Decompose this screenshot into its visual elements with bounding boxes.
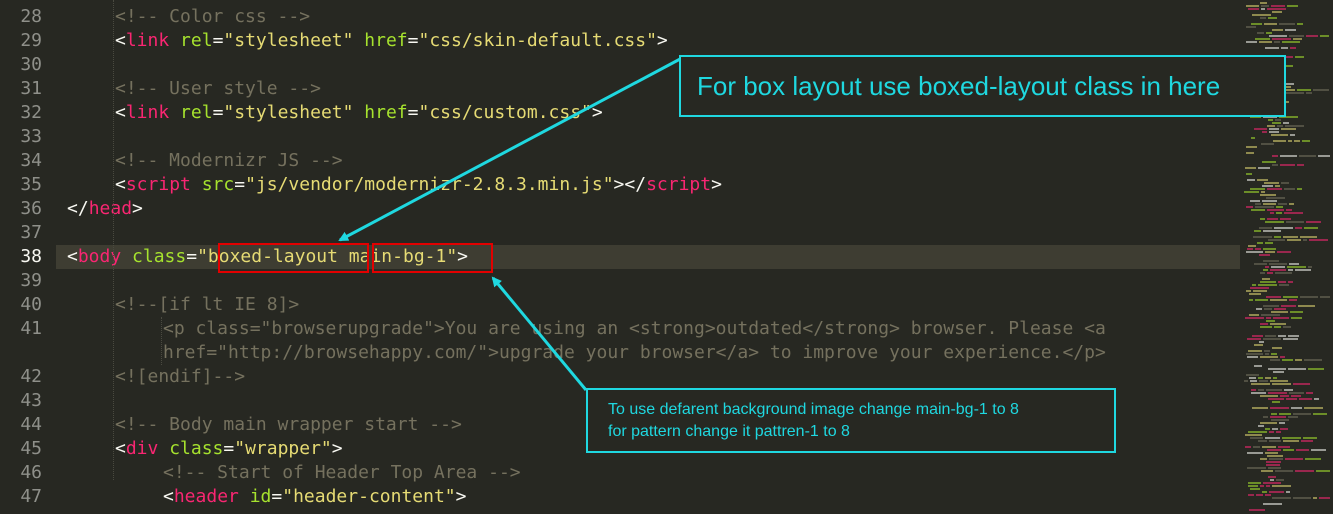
callout-background-line-2: for pattern change it pattren-1 to 8 <box>608 423 850 440</box>
callout-box-layout-text: For box layout use boxed-layout class in… <box>697 71 1221 101</box>
code-editor[interactable]: 28 29 30 31 32 33 34 35 36 37 38 39 40 41 42 43 44 45 46 47… <box>0 0 1333 514</box>
callout-box-layout: For box layout use boxed-layout class in… <box>679 55 1286 117</box>
callout-background: To use defarent background image change … <box>586 388 1116 453</box>
arrow-to-main-bg <box>491 276 588 391</box>
callout-background-line-1: To use defarent background image change … <box>608 401 1019 418</box>
arrow-to-boxed-layout <box>338 56 683 242</box>
